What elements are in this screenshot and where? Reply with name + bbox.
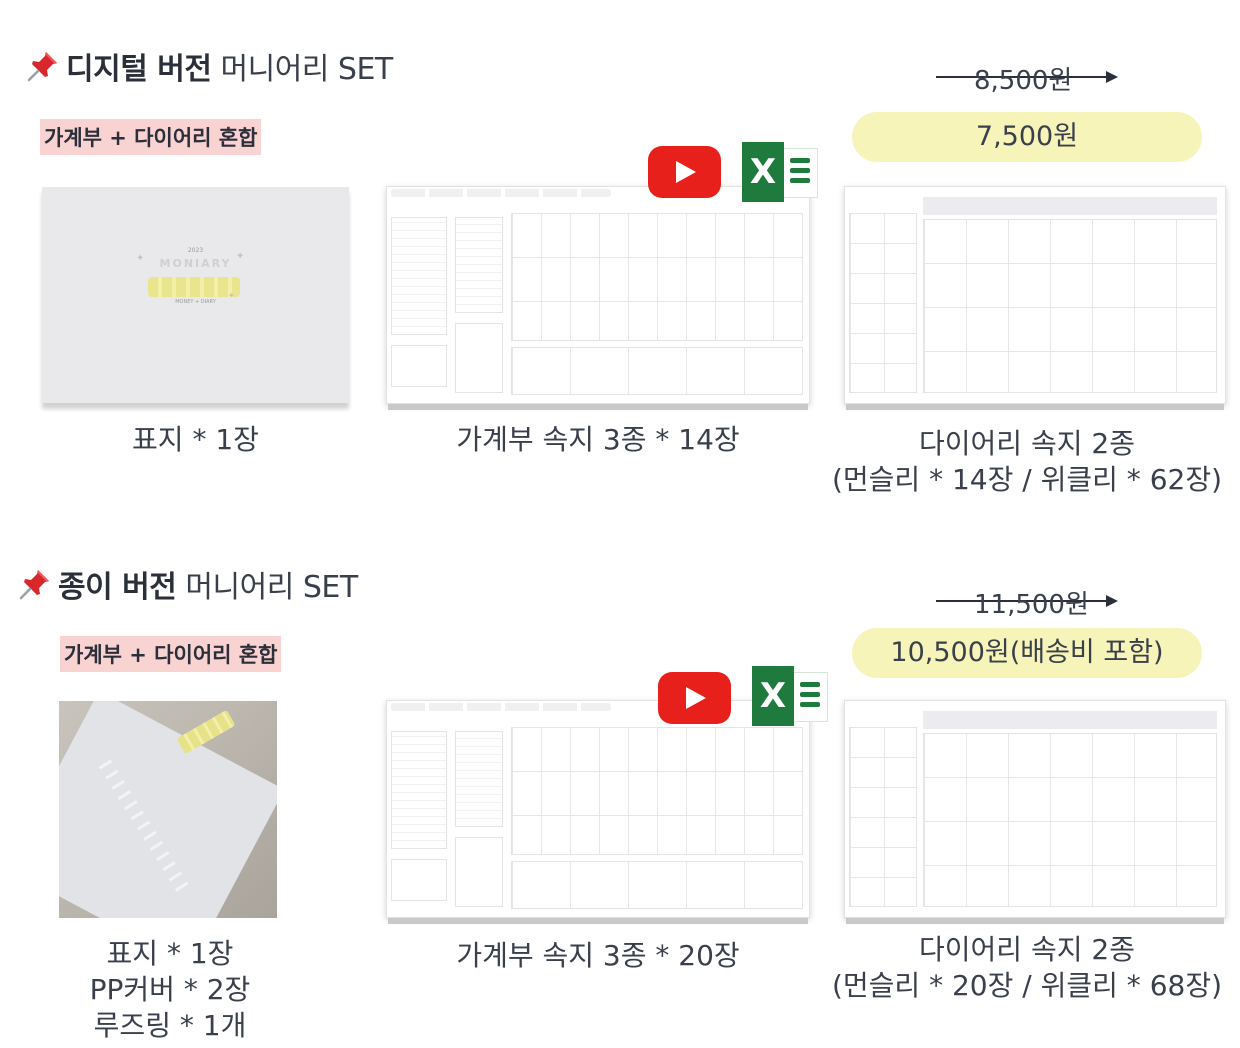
excel-x-glyph: X <box>752 666 794 726</box>
excel-icon: X <box>752 662 828 730</box>
excel-bar <box>800 682 820 687</box>
digital-ledger-sheet-image <box>386 186 810 404</box>
monthly-calendar-grid <box>849 727 917 907</box>
digital-price-badge: 7,500원 <box>852 112 1202 162</box>
excel-bar <box>800 702 820 707</box>
excel-bar <box>790 168 810 173</box>
sheet-tabs <box>391 189 611 197</box>
digital-caption-ledger: 가계부 속지 3종 * 14장 <box>456 423 740 456</box>
digital-old-price-text: 8,500원 <box>974 66 1073 96</box>
sheet-tabs <box>391 703 611 711</box>
paper-title-light: 머니어리 SET <box>185 570 358 605</box>
weekly-planner-grid <box>923 733 1217 907</box>
paper-caption-diary-line2: (먼슬리 * 20장 / 위클리 * 68장) <box>831 969 1223 1002</box>
play-icon <box>676 161 696 183</box>
digital-title-bold: 디지털 버전 <box>66 52 212 87</box>
cover-sub: MONEY + DIARY <box>175 299 216 305</box>
paper-caption-cover-line2: PP커버 * 2장 <box>89 973 251 1006</box>
digital-caption-diary: 다이어리 속지 2종 (먼슬리 * 14장 / 위클리 * 62장) <box>814 426 1240 498</box>
weekly-header <box>923 711 1217 729</box>
paper-caption-cover: 표지 * 1장 PP커버 * 2장 루즈링 * 1개 <box>40 936 300 1044</box>
sparkle-icon: ✦ <box>236 251 245 262</box>
sparkle-icon: ✦ <box>136 253 145 264</box>
digital-caption-diary-line2: (먼슬리 * 14장 / 위클리 * 62장) <box>831 463 1223 496</box>
digital-old-price: 8,500원 <box>936 60 1126 96</box>
excel-bar <box>790 158 810 163</box>
digital-diary-sheet-image <box>844 186 1226 404</box>
sheet-bottom-grid <box>511 861 803 909</box>
digital-title-light: 머니어리 SET <box>220 52 394 87</box>
sparkle-icon: ✦ <box>228 291 235 300</box>
paper-diary-sheet-image <box>844 700 1226 918</box>
digital-section-title: 디지털 버전 머니어리 SET <box>26 44 393 88</box>
sheet-column <box>391 859 447 901</box>
cover-brand: MONIARY <box>159 257 232 270</box>
sheet-column <box>391 345 447 387</box>
paper-cover-photo <box>59 701 277 918</box>
excel-bar <box>800 692 820 697</box>
cover-year: 2023 <box>187 247 204 254</box>
sheet-column <box>455 217 503 313</box>
paper-caption-ledger: 가계부 속지 3종 * 20장 <box>456 939 740 972</box>
photo-cover-sheet <box>59 701 277 918</box>
excel-x-glyph: X <box>742 142 784 202</box>
sheet-column <box>391 217 447 335</box>
sheet-bottom-grid <box>511 347 803 395</box>
pushpin-icon <box>26 49 60 83</box>
paper-caption-diary-line1: 다이어리 속지 2종 <box>919 933 1135 966</box>
sheet-calendar-grid <box>511 727 803 855</box>
digital-caption-cover: 표지 * 1장 <box>132 423 259 456</box>
paper-mix-tag: 가계부 + 다이어리 혼합 <box>60 636 282 672</box>
excel-icon: X <box>742 138 818 206</box>
weekly-planner-grid <box>923 219 1217 393</box>
youtube-icon <box>648 146 721 198</box>
digital-caption-diary-line1: 다이어리 속지 2종 <box>919 427 1135 460</box>
sheet-calendar-grid <box>511 213 803 341</box>
arrow-head-icon <box>1106 595 1118 607</box>
paper-caption-cover-line1: 표지 * 1장 <box>106 937 234 970</box>
sheet-column <box>455 837 503 907</box>
sheet-column <box>455 731 503 827</box>
sheet-column <box>455 323 503 393</box>
paper-price-badge: 10,500원(배송비 포함) <box>852 628 1202 678</box>
excel-bar <box>790 178 810 183</box>
monthly-calendar-grid <box>849 213 917 393</box>
play-icon <box>686 687 706 709</box>
youtube-icon <box>658 672 731 724</box>
pushpin-icon <box>18 567 52 601</box>
arrow-head-icon <box>1106 71 1118 83</box>
digital-cover-image: 2023 MONIARY MONEY + DIARY ✦ ✦ ✦ <box>42 187 349 403</box>
paper-section-title: 종이 버전 머니어리 SET <box>18 562 358 606</box>
paper-old-price: 11,500원 <box>936 584 1126 620</box>
digital-mix-tag: 가계부 + 다이어리 혼합 <box>40 119 262 155</box>
paper-caption-diary: 다이어리 속지 2종 (먼슬리 * 20장 / 위클리 * 68장) <box>814 932 1240 1004</box>
paper-ledger-sheet-image <box>386 700 810 918</box>
paper-caption-cover-line3: 루즈링 * 1개 <box>93 1009 247 1042</box>
paper-old-price-text: 11,500원 <box>974 590 1089 620</box>
weekly-header <box>923 197 1217 215</box>
sheet-column <box>391 731 447 849</box>
paper-title-bold: 종이 버전 <box>58 570 177 605</box>
cover-yellow-coins <box>148 277 240 297</box>
